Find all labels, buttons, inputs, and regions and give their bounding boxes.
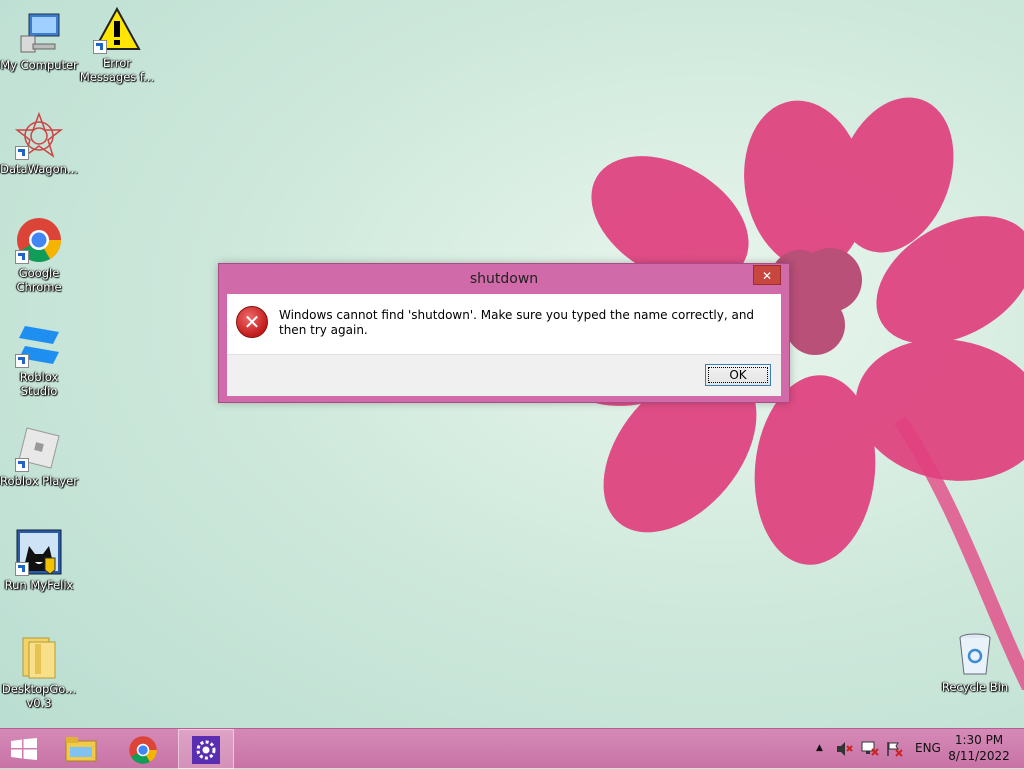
desktop-icon-run-myfelix[interactable]: Run MyFelix (0, 528, 78, 592)
shortcut-arrow-icon (93, 40, 107, 54)
desktop-icon-roblox-player[interactable]: Roblox Player (0, 424, 78, 488)
taskbar: ▲ ENG 1:30 PM 8/11/2022 (0, 728, 1024, 769)
taskbar-file-explorer[interactable] (54, 729, 110, 769)
chrome-icon (129, 736, 157, 764)
chrome-icon (15, 216, 63, 264)
dialog-titlebar[interactable]: shutdown ✕ (219, 264, 789, 294)
close-icon: ✕ (761, 269, 773, 283)
ok-button[interactable]: OK (705, 364, 771, 386)
network-icon[interactable] (860, 741, 880, 760)
dialog-message-area: ✕ Windows cannot find 'shutdown'. Make s… (227, 294, 781, 354)
show-hidden-icons-button[interactable]: ▲ (816, 743, 823, 753)
clock-date: 8/11/2022 (948, 749, 1010, 763)
taskbar-chrome[interactable] (116, 729, 172, 769)
desktop-icon-datawagon[interactable]: DataWagon... (0, 111, 78, 176)
file-explorer-icon (65, 737, 97, 762)
shortcut-arrow-icon (15, 354, 29, 368)
roblox-studio-icon (15, 320, 63, 368)
desktop-icon-roblox-studio[interactable]: Roblox Studio (0, 320, 78, 398)
action-center-flag-icon[interactable] (886, 741, 904, 760)
volume-muted-icon[interactable] (836, 741, 854, 760)
folder-icon (15, 632, 63, 680)
dialog-button-row: OK (227, 354, 781, 396)
shortcut-arrow-icon (15, 146, 29, 160)
input-language[interactable]: ENG (915, 741, 941, 755)
dialog-body: ✕ Windows cannot find 'shutdown'. Make s… (227, 294, 781, 396)
start-button[interactable] (0, 729, 50, 769)
datawagon-icon (14, 111, 64, 160)
desktop-icon-my-computer[interactable]: My Computer (0, 8, 78, 72)
error-dialog: shutdown ✕ ✕ Windows cannot find 'shutdo… (218, 263, 790, 403)
clock[interactable]: 1:30 PM 8/11/2022 (944, 732, 1014, 764)
desktop-icon-error-messages[interactable]: Error Messages f... (78, 6, 156, 84)
desktop-icon-recycle-bin[interactable]: Recycle Bin (936, 630, 1014, 694)
warning-icon (93, 6, 141, 54)
clock-time: 1:30 PM (954, 733, 1004, 747)
taskbar-settings[interactable] (178, 729, 234, 769)
recycle-bin-icon (951, 630, 999, 678)
shortcut-arrow-icon (15, 458, 29, 472)
error-icon: ✕ (236, 306, 268, 338)
start-icon (11, 738, 37, 760)
desktop-icon-desktopgoose[interactable]: DesktopGo... v0.3 (0, 632, 78, 710)
desktop-icon-google-chrome[interactable]: Google Chrome (0, 216, 78, 294)
settings-icon (192, 736, 220, 764)
myfelix-icon (15, 528, 63, 576)
dialog-title: shutdown (469, 271, 539, 287)
shortcut-arrow-icon (15, 250, 29, 264)
roblox-player-icon (15, 424, 63, 472)
shortcut-arrow-icon (15, 562, 29, 576)
dialog-message: Windows cannot find 'shutdown'. Make sur… (279, 308, 755, 337)
computer-icon (15, 8, 63, 56)
close-button[interactable]: ✕ (753, 265, 781, 285)
